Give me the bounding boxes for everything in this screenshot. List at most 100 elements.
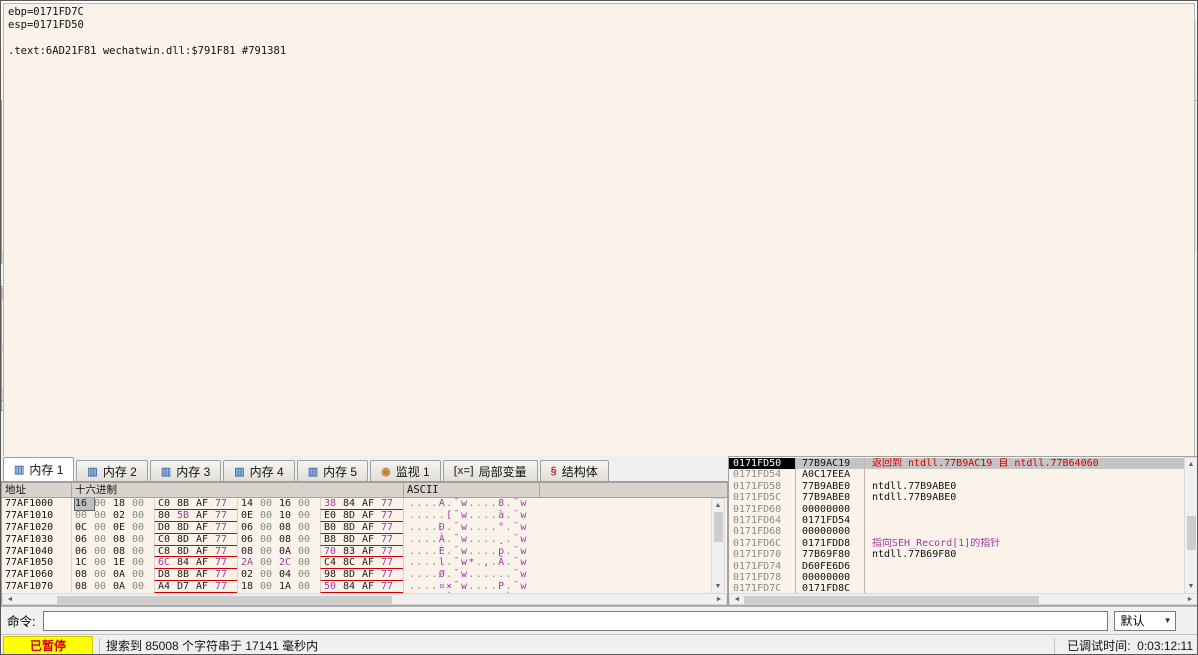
dump-pointer-group: A4D7AF77 (154, 581, 237, 593)
dump-row[interactable]: 77AF100016001800C08BAF77140016003884AF77… (2, 498, 712, 510)
tab-结构体[interactable]: § 结构体 (540, 460, 609, 481)
tab-label: 局部变量 (479, 463, 527, 480)
dump-row[interactable]: 77AF10501C001E006C84AF772A002C00C48CAF77… (2, 557, 712, 569)
dump-ascii: ....l.¯w*.,.Ä.¯w (403, 557, 528, 569)
dump-pointer-group: 805BAF77 (154, 510, 237, 522)
stack-value: 00000000 (796, 572, 865, 583)
dump-byte-group: 08000A00 (71, 581, 154, 593)
debug-time: 已调试时间: 0:03:12:11 (1067, 637, 1193, 654)
stack-row[interactable]: 0171FD7800000000 (729, 572, 1185, 583)
stack-value: A0C17EEA (796, 469, 865, 480)
stack-comment (865, 526, 1185, 537)
dump-byte-group: 06000800 (71, 534, 154, 546)
stack-row[interactable]: 0171FD54A0C17EEA (729, 469, 1185, 480)
stack-row[interactable]: 0171FD74D60FE6D6 (729, 561, 1185, 572)
dump-row[interactable]: 77AF107008000A00A4D7AF7718001A005084AF77… (2, 581, 712, 593)
dump-pointer-group: C08BAF77 (154, 498, 237, 510)
dump-pointer-group: 3884AF77 (320, 498, 403, 510)
info-line: esp=0171FD50 (8, 19, 1194, 32)
tab-内存 3[interactable]: ▥内存 3 (150, 460, 221, 481)
dump-pointer-group: D88BAF77 (154, 569, 237, 581)
stack-row[interactable]: 0171FD5077B9AC19返回到 ntdll.77B9AC19 自 ntd… (729, 458, 1185, 469)
dump-byte-group: 0C000E00 (71, 522, 154, 534)
dump-byte-group: 18001A00 (237, 581, 320, 593)
tab-label: 内存 5 (323, 463, 357, 480)
tab-label: 内存 2 (103, 463, 137, 480)
dump-byte-group: 06000800 (71, 546, 154, 558)
dump-icon: ▥ (234, 465, 244, 478)
paused-status-badge: 已暂停 (3, 636, 93, 655)
dump-byte-group: 0E001000 (237, 510, 320, 522)
tab-label: 结构体 (562, 463, 598, 480)
stack-value: 77B9ABE0 (796, 481, 865, 492)
dump-pointer-group: 6C84AF77 (154, 557, 237, 569)
dump-byte-group: 02000400 (237, 569, 320, 581)
stack-row[interactable]: 0171FD640171FD54 (729, 515, 1185, 526)
dump-row[interactable]: 77AF101000000200805BAF770E001000E08DAF77… (2, 510, 712, 522)
stack-comment: ntdll.77B9ABE0 (865, 481, 1185, 492)
stack-comment (865, 572, 1185, 583)
command-input[interactable] (43, 611, 1108, 631)
stack-row[interactable]: 0171FD5C77B9ABE0ntdll.77B9ABE0 (729, 492, 1185, 503)
tab-内存 2[interactable]: ▥内存 2 (76, 460, 147, 481)
dump-hscrollbar[interactable]: ◄ ► (2, 593, 727, 605)
stack-row[interactable]: 0171FD6000000000 (729, 504, 1185, 515)
command-profile-select[interactable]: 默认 ▼ (1114, 611, 1176, 631)
dump-icon: ▥ (161, 465, 171, 478)
stack-address: 0171FD5C (729, 492, 796, 503)
stack-comment (865, 469, 1185, 480)
stack-row[interactable]: 0171FD5877B9ABE0ntdll.77B9ABE0 (729, 481, 1185, 492)
memory-dump-pane[interactable]: 地址 十六进制 ASCII 77AF100016001800C08BAF7714… (1, 482, 728, 606)
tab-label: 监视 1 (396, 463, 430, 480)
dump-address-header: 地址 (2, 483, 72, 497)
stack-comment: ntdll.77B9ABE0 (865, 492, 1185, 503)
info-line: ebp=0171FD7C (8, 6, 1194, 19)
stack-row[interactable]: 0171FD6800000000 (729, 526, 1185, 537)
status-bar: 已暂停 搜索到 85008 个字符串于 17141 毫秒内 已调试时间: 0:0… (1, 634, 1197, 655)
stack-address: 0171FD78 (729, 572, 796, 583)
stack-value: 77B69F80 (796, 549, 865, 560)
dump-icon: ▥ (308, 465, 318, 478)
stack-address: 0171FD58 (729, 481, 796, 492)
dump-pointer-group: B08DAF77 (320, 522, 403, 534)
stack-address: 0171FD54 (729, 469, 796, 480)
dump-column-headers: 地址 十六进制 ASCII (2, 483, 727, 498)
dump-vscrollbar[interactable]: ▲ ▼ (711, 498, 725, 594)
struct-icon: § (551, 465, 557, 477)
dump-row[interactable]: 77AF104006000800C88DAF7708000A007083AF77… (2, 546, 712, 558)
stack-row[interactable]: 0171FD6C0171FDD8指向SEH_Record[1]的指针 (729, 538, 1185, 549)
dump-ascii: ....Ø.¯w......¯w (403, 569, 528, 581)
dump-byte-group: 1C001E00 (71, 557, 154, 569)
tab-label: 内存 1 (29, 461, 63, 478)
dump-row[interactable]: 77AF106008000A00D88BAF7702000400988DAF77… (2, 569, 712, 581)
tab-监视 1[interactable]: ◉监视 1 (370, 460, 441, 481)
tab-内存 5[interactable]: ▥ 内存 5 (297, 460, 368, 481)
stack-address: 0171FD60 (729, 504, 796, 515)
stack-address: 0171FD6C (729, 538, 796, 549)
stack-vscrollbar[interactable]: ▲ ▼ (1184, 457, 1198, 594)
stack-hscrollbar[interactable]: ◄ ► (729, 593, 1198, 605)
dump-pointer-group: D08DAF77 (154, 522, 237, 534)
dump-icon: ▥ (14, 463, 24, 476)
stack-value: 00000000 (796, 526, 865, 537)
stack-row[interactable]: 0171FD7077B69F80ntdll.77B69F80 (729, 549, 1185, 560)
tab-内存 4[interactable]: ▥内存 4 (223, 460, 294, 481)
stack-comment (865, 504, 1185, 515)
stack-address: 0171FD70 (729, 549, 796, 560)
stack-value: D60FE6D6 (796, 561, 865, 572)
command-bar: 命令: 默认 ▼ (1, 606, 1197, 634)
tab-局部变量[interactable]: [x=]局部变量 (443, 460, 538, 481)
dump-byte-group: 14001600 (237, 498, 320, 510)
dump-pointer-group: C48CAF77 (320, 557, 403, 569)
dump-byte-group: 08000A00 (237, 546, 320, 558)
stack-pane[interactable]: 0171FD5077B9AC19返回到 ntdll.77B9AC19 自 ntd… (728, 456, 1198, 606)
dump-row[interactable]: 77AF103006000800C08DAF7706000800B88DAF77… (2, 534, 712, 546)
dump-pointer-group: C08DAF77 (154, 534, 237, 546)
dump-byte-group: 16001800 (71, 498, 154, 510)
dump-byte-group: 06000800 (237, 522, 320, 534)
dump-row[interactable]: 77AF10200C000E00D08DAF7706000800B08DAF77… (2, 522, 712, 534)
stack-comment: 返回到 ntdll.77B9AC19 自 ntdll.77B64060 (865, 458, 1185, 469)
stack-address: 0171FD64 (729, 515, 796, 526)
dump-ascii: ....È.¯w....p.¯w (403, 546, 528, 558)
tab-内存 1[interactable]: ▥ 内存 1 (3, 457, 74, 481)
